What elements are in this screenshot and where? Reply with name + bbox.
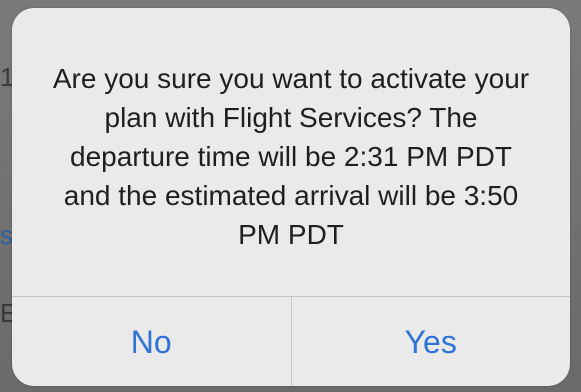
alert-message: Are you sure you want to activate your p… (52, 62, 530, 250)
yes-button[interactable]: Yes (292, 297, 571, 386)
no-button[interactable]: No (12, 297, 291, 386)
alert-dialog: Are you sure you want to activate your p… (12, 8, 570, 386)
alert-button-bar: No Yes (12, 296, 570, 386)
